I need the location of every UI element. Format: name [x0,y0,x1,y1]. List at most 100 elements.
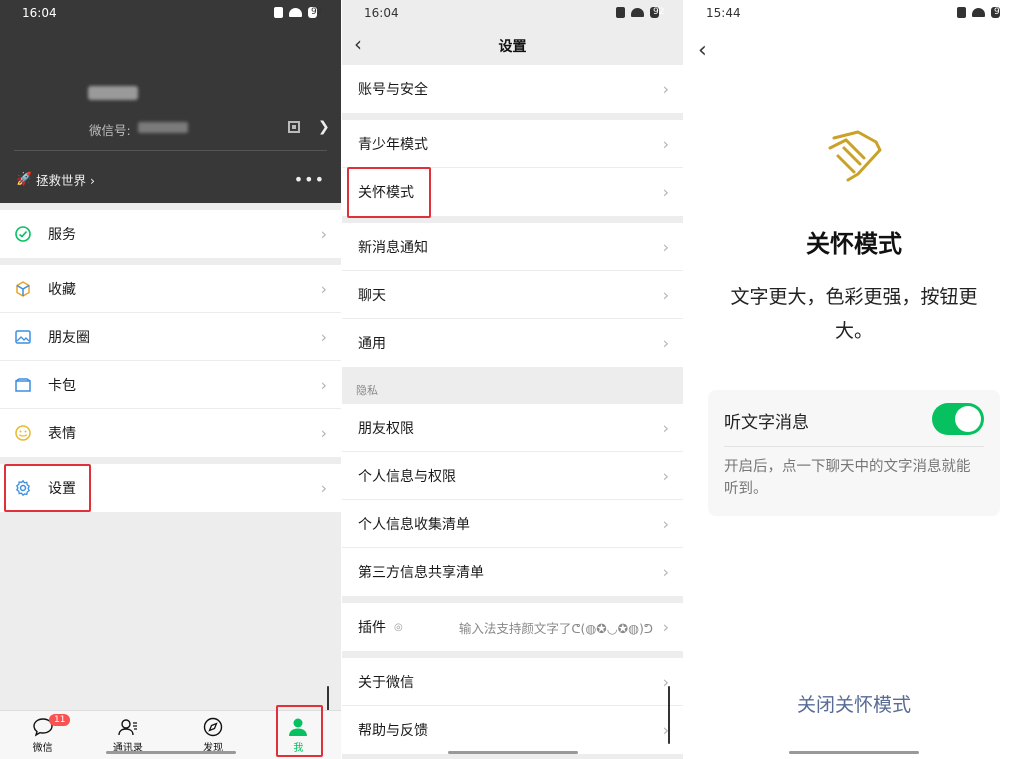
qr-code-icon[interactable] [288,121,300,133]
menu-label: 服务 [48,227,76,243]
settings-label: 新消息通知 [358,239,428,256]
chevron-right-icon[interactable]: ❯ [318,119,330,135]
settings-item-plugins[interactable]: 插件 ◎ 输入法支持颜文字了ᕦ(◍✪◡✪◍)ᕤ › [342,603,683,651]
menu-label: 设置 [48,481,76,497]
menu-label: 表情 [48,426,76,442]
contacts-icon [117,717,139,737]
settings-item-care-mode[interactable]: 关怀模式 › [342,168,683,216]
scroll-indicator [668,686,670,744]
tab-chats[interactable]: 微信 11 [0,711,85,759]
person-icon [287,717,309,737]
status-icons: 92 [616,7,664,18]
content-group: 收藏 › 朋友圈 › 卡包 › 表情 › [0,265,341,457]
menu-label: 收藏 [48,281,76,298]
settings-item-notifications[interactable]: 新消息通知 › [342,223,683,271]
chevron-right-icon: › [320,478,327,498]
settings-group: 设置 › [0,464,341,512]
care-description: 文字更大，色彩更强，按钮更大。 [730,286,978,342]
chevron-right-icon: › [662,562,669,582]
rocket-icon: 🚀 [16,171,33,187]
battery-icon: 94 [991,7,1005,18]
listen-option-label: 听文字消息 [724,413,809,433]
settings-item-third-party-sharing[interactable]: 第三方信息共享清单 › [342,548,683,596]
close-care-mode-button[interactable]: 关闭关怀模式 [684,690,1024,717]
settings-group-plugins: 插件 ◎ 输入法支持颜文字了ᕦ(◍✪◡✪◍)ᕤ › [342,603,683,651]
menu-label: 朋友圈 [48,329,90,346]
tab-label: 我 [293,742,304,754]
wallet-icon [14,376,32,394]
chevron-right-icon: › [320,327,327,346]
battery-icon: 92 [650,7,664,18]
chevron-right-icon: › [662,79,669,99]
settings-item-friend-permissions[interactable]: 朋友权限 › [342,404,683,452]
settings-label: 聊天 [358,287,386,304]
services-icon [14,225,32,243]
wifi-icon [289,8,302,17]
more-icon[interactable]: ••• [294,170,325,189]
wifi-icon [972,8,985,17]
settings-item-personal-info[interactable]: 个人信息与权限 › [342,452,683,500]
wechat-id-label: 微信号: [89,123,131,138]
settings-label: 账号与安全 [358,82,428,98]
chevron-right-icon: › [320,279,327,298]
status-time: 15:44 [706,6,741,20]
chevron-right-icon: › [662,134,669,153]
wifi-icon [631,8,644,17]
settings-group-modes: 青少年模式 › 关怀模式 › [342,120,683,216]
vibrate-icon [274,7,283,18]
settings-label: 关于微信 [358,674,414,691]
settings-item-help-feedback[interactable]: 帮助与反馈 › [342,706,683,754]
menu-item-services[interactable]: 服务 › [0,210,341,258]
tab-me[interactable]: 我 [256,711,341,759]
tab-label: 微信 [32,742,53,754]
settings-group-account: 账号与安全 › [342,65,683,113]
vibrate-icon [616,7,625,18]
menu-item-settings[interactable]: 设置 › [0,464,341,512]
chevron-right-icon: › [662,333,669,353]
status-time: 16:04 [364,6,399,20]
divider [724,446,984,447]
compass-icon [202,717,224,737]
menu-item-favorites[interactable]: 收藏 › [0,265,341,313]
gear-icon [14,479,32,497]
favorites-icon [14,280,32,298]
settings-item-general[interactable]: 通用 › [342,319,683,367]
settings-group-general: 新消息通知 › 聊天 › 通用 › [342,223,683,367]
chevron-right-icon: › [662,617,669,637]
settings-item-about[interactable]: 关于微信 › [342,658,683,706]
settings-item-info-collection[interactable]: 个人信息收集清单 › [342,500,683,548]
listen-option-help: 开启后，点一下聊天中的文字消息就能听到。 [724,459,971,497]
settings-label: 插件 [358,620,386,636]
chevron-right-icon: › [320,423,327,443]
menu-item-cards[interactable]: 卡包 › [0,361,341,409]
page-title: 关怀模式 [806,230,902,258]
services-group: 服务 › [0,210,341,258]
me-screen: 16:04 92 微信号: ❯ 🚀 拯救世界 › ••• 服务 › 收藏 › 朋… [0,0,341,759]
plugin-status: 输入法支持颜文字了ᕦ(◍✪◡✪◍)ᕤ [458,620,653,636]
settings-item-teen-mode[interactable]: 青少年模式 › [342,120,683,168]
nickname-redacted [88,86,138,100]
settings-label: 朋友权限 [358,420,414,437]
listen-toggle[interactable] [932,403,984,435]
back-icon[interactable]: ‹ [698,38,707,63]
settings-label: 通用 [358,336,386,352]
home-indicator [447,751,578,754]
menu-item-stickers[interactable]: 表情 › [0,409,341,457]
status-bar: 15:44 94 [684,0,1024,28]
wechat-id-redacted [138,122,188,133]
chevron-right-icon: › [662,182,669,202]
user-status[interactable]: 🚀 拯救世界 › [16,170,95,189]
status-time: 16:04 [22,6,57,20]
settings-item-chat[interactable]: 聊天 › [342,271,683,319]
care-hand-icon [828,130,882,182]
care-mode-screen: 15:44 94 ‹ 关怀模式 文字更大，色彩更强，按钮更大。 听文字消息 开启… [684,0,1024,759]
chevron-right-icon: › [662,285,669,304]
chevron-right-icon: › [662,466,669,485]
profile-header[interactable]: 16:04 92 微信号: ❯ 🚀 拯救世界 › ••• [0,0,341,203]
emoji-icon [14,424,32,442]
settings-label: 关怀模式 [358,185,414,201]
menu-item-moments[interactable]: 朋友圈 › [0,313,341,361]
settings-item-account-security[interactable]: 账号与安全 › [342,65,683,113]
home-indicator [105,751,236,754]
chevron-right-icon: › [662,237,669,256]
